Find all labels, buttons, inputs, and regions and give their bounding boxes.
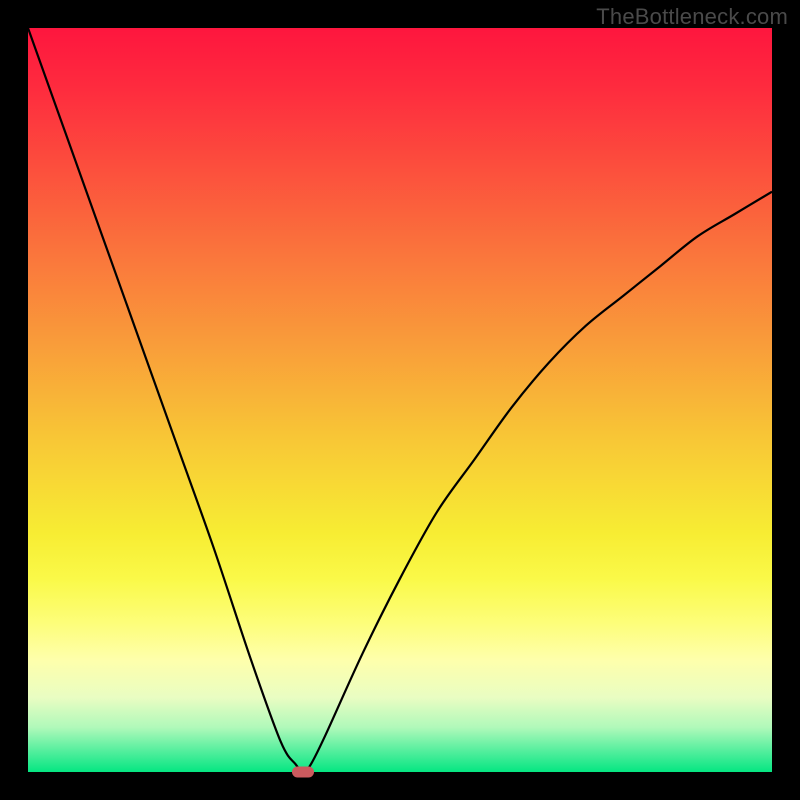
watermark-text: TheBottleneck.com: [596, 4, 788, 30]
bottleneck-curve: [28, 28, 772, 772]
chart-frame: TheBottleneck.com: [0, 0, 800, 800]
optimal-point-marker: [292, 767, 314, 778]
plot-area: [28, 28, 772, 772]
